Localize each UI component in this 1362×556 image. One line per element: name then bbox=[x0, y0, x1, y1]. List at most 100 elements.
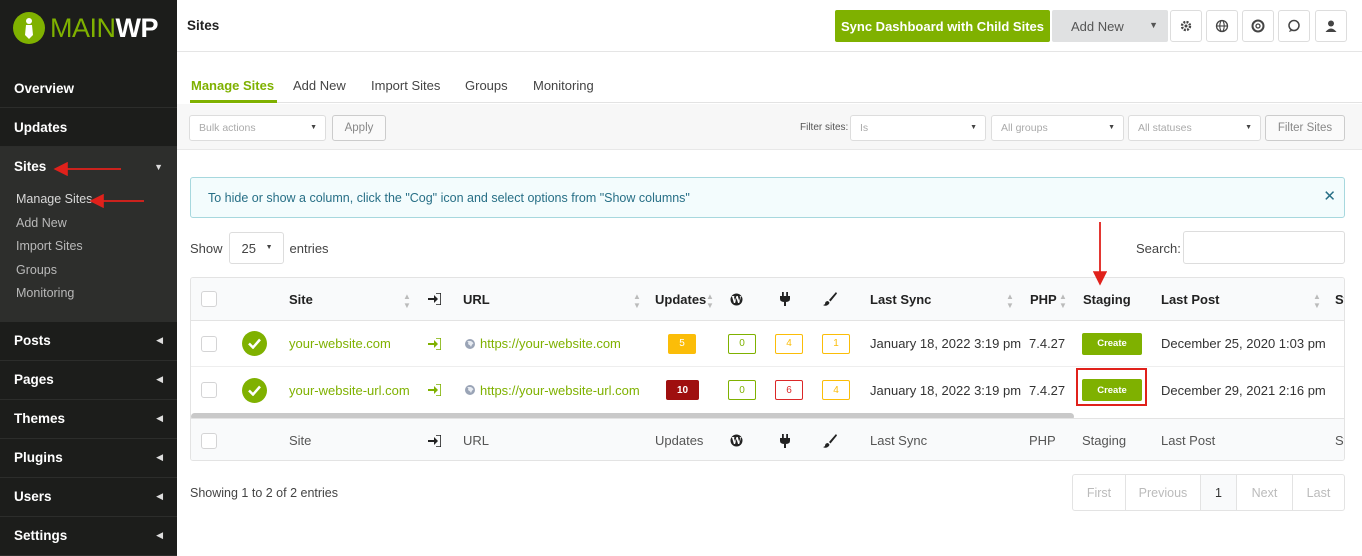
filter-sites-button[interactable]: Filter Sites bbox=[1265, 115, 1345, 141]
table-header: Site ▲ ▼ URL ▲ ▼ Updates ▲ ▼ W Last Sync ▲ ▼… bbox=[191, 278, 1344, 321]
submenu-item-manage-sites[interactable]: Manage Sites bbox=[0, 188, 177, 212]
tab-add-new[interactable]: Add New bbox=[293, 78, 346, 93]
caret-down-icon: ▼ bbox=[265, 244, 273, 251]
cog-icon-button[interactable] bbox=[1170, 10, 1202, 42]
pager-next[interactable]: Next bbox=[1237, 475, 1293, 510]
chat-bubble-icon bbox=[1288, 19, 1300, 32]
paint-brush-icon bbox=[823, 278, 837, 320]
globe-icon bbox=[1215, 19, 1229, 33]
filter-is-select[interactable]: Is ▼ bbox=[850, 115, 986, 141]
updates-count: 10 bbox=[666, 380, 699, 400]
sort-icon: ▲ ▼ bbox=[706, 292, 714, 310]
pager-last[interactable]: Last bbox=[1293, 475, 1344, 510]
theme-updates-badge[interactable]: 1 bbox=[822, 321, 850, 366]
sidebar-item-label: Pages bbox=[14, 372, 54, 387]
header-url[interactable]: URL bbox=[463, 278, 490, 320]
tab-import-sites[interactable]: Import Sites bbox=[371, 78, 440, 93]
pager-first[interactable]: First bbox=[1073, 475, 1126, 510]
caret-down-icon: ▼ bbox=[1149, 20, 1158, 30]
sign-in-icon bbox=[428, 278, 441, 320]
sidebar-item-label: Updates bbox=[14, 119, 68, 135]
theme-updates-badge[interactable]: 4 bbox=[822, 367, 850, 413]
support-icon-button[interactable] bbox=[1242, 10, 1274, 42]
groups-select[interactable]: All groups ▼ bbox=[991, 115, 1124, 141]
submenu-item-monitoring[interactable]: Monitoring bbox=[0, 282, 177, 306]
entries-value: 25 bbox=[241, 240, 256, 256]
updates-count: 5 bbox=[668, 333, 696, 354]
header-last-post[interactable]: Last Post bbox=[1161, 278, 1220, 320]
logo-text-wp: WP bbox=[115, 12, 159, 43]
sidebar-item-users[interactable]: Users ◀ bbox=[0, 478, 177, 517]
tab-manage-sites[interactable]: Manage Sites bbox=[191, 78, 274, 93]
updates-badge[interactable]: 10 bbox=[666, 367, 699, 413]
pager-page-1[interactable]: 1 bbox=[1201, 475, 1237, 510]
header-status-truncated[interactable]: St bbox=[1335, 278, 1344, 320]
sidebar-item-plugins[interactable]: Plugins ◀ bbox=[0, 439, 177, 478]
search-input[interactable] bbox=[1183, 231, 1345, 264]
statuses-select[interactable]: All statuses ▼ bbox=[1128, 115, 1261, 141]
create-label: Create bbox=[1082, 332, 1142, 355]
pager-previous[interactable]: Previous bbox=[1126, 475, 1201, 510]
wp-admin-login-icon[interactable] bbox=[428, 367, 441, 413]
plugin-updates-badge[interactable]: 4 bbox=[775, 321, 803, 366]
row-checkbox[interactable] bbox=[201, 321, 217, 366]
logo[interactable]: MAINWP bbox=[0, 0, 177, 56]
sidebar-item-posts[interactable]: Posts ◀ bbox=[0, 322, 177, 361]
entries-per-page-select[interactable]: 25 ▼ bbox=[228, 232, 284, 264]
tab-groups[interactable]: Groups bbox=[465, 78, 508, 93]
url-link[interactable]: https://your-website.com bbox=[464, 321, 621, 366]
sidebar-item-label: Themes bbox=[14, 411, 66, 426]
user-icon-button[interactable] bbox=[1315, 10, 1347, 42]
sync-dashboard-button[interactable]: Sync Dashboard with Child Sites bbox=[835, 10, 1050, 42]
select-all-checkbox[interactable] bbox=[201, 278, 217, 320]
sidebar-item-settings[interactable]: Settings ◀ bbox=[0, 517, 177, 556]
sort-icon: ▲ ▼ bbox=[403, 292, 411, 310]
staging-create-button[interactable]: Create bbox=[1082, 321, 1142, 366]
header-php[interactable]: PHP bbox=[1030, 278, 1057, 320]
tabs: Manage Sites Add New Import Sites Groups… bbox=[190, 70, 1362, 103]
tab-monitoring[interactable]: Monitoring bbox=[533, 78, 594, 93]
info-message-text: To hide or show a column, click the "Cog… bbox=[208, 190, 690, 205]
last-post-value: December 29, 2021 2:16 pm bbox=[1161, 382, 1326, 398]
sidebar-item-overview[interactable]: Overview bbox=[0, 69, 177, 108]
php-version: 7.4.27 bbox=[1029, 336, 1066, 351]
table-row: your-website.com https://your-website.co… bbox=[191, 321, 1344, 367]
last-sync-value: January 18, 2022 3:19 pm bbox=[870, 336, 1022, 351]
sidebar-item-pages[interactable]: Pages ◀ bbox=[0, 361, 177, 400]
chat-icon-button[interactable] bbox=[1278, 10, 1310, 42]
submenu-item-import-sites[interactable]: Import Sites bbox=[0, 235, 177, 259]
last-sync-value: January 18, 2022 3:19 pm bbox=[870, 382, 1022, 398]
sort-icon: ▲ ▼ bbox=[1313, 292, 1321, 310]
caret-left-icon: ◀ bbox=[156, 491, 163, 501]
sidebar-item-updates[interactable]: Updates bbox=[0, 108, 177, 147]
filter-bar: Bulk actions ▼ Apply Filter sites: Is ▼ … bbox=[177, 104, 1362, 150]
header-site[interactable]: Site bbox=[289, 278, 313, 320]
row-checkbox[interactable] bbox=[201, 367, 217, 413]
add-new-dropdown-button[interactable]: Add New ▼ bbox=[1052, 10, 1168, 42]
sidebar-item-themes[interactable]: Themes ◀ bbox=[0, 400, 177, 439]
page-title: Sites bbox=[187, 18, 220, 33]
header-updates[interactable]: Updates bbox=[655, 278, 706, 320]
bulk-actions-select[interactable]: Bulk actions ▼ bbox=[189, 115, 326, 141]
wp-admin-login-icon[interactable] bbox=[428, 321, 441, 366]
wp-updates-badge[interactable]: 0 bbox=[728, 367, 756, 413]
site-link[interactable]: your-website.com bbox=[289, 321, 391, 366]
globe-icon-button[interactable] bbox=[1206, 10, 1238, 42]
submenu-item-add-new[interactable]: Add New bbox=[0, 212, 177, 236]
footer-status-truncated: St bbox=[1335, 433, 1344, 448]
wp-updates-badge[interactable]: 0 bbox=[728, 321, 756, 366]
site-link[interactable]: your-website-url.com bbox=[289, 367, 410, 413]
sites-submenu: Manage Sites Add New Import Sites Groups… bbox=[0, 186, 177, 322]
select-all-checkbox[interactable] bbox=[201, 419, 217, 460]
header-staging[interactable]: Staging bbox=[1083, 278, 1131, 320]
url-link[interactable]: https://your-website-url.com bbox=[464, 367, 640, 413]
sidebar-item-sites[interactable]: Sites ▼ bbox=[0, 147, 177, 186]
plugin-updates-badge[interactable]: 6 bbox=[775, 367, 803, 413]
header-last-sync[interactable]: Last Sync bbox=[870, 278, 931, 320]
active-tab-indicator bbox=[190, 100, 277, 103]
updates-badge[interactable]: 5 bbox=[668, 321, 696, 366]
footer-updates: Updates bbox=[655, 433, 704, 448]
submenu-item-groups[interactable]: Groups bbox=[0, 259, 177, 283]
apply-button[interactable]: Apply bbox=[332, 115, 386, 141]
close-icon[interactable]: ✕ bbox=[1323, 187, 1336, 205]
